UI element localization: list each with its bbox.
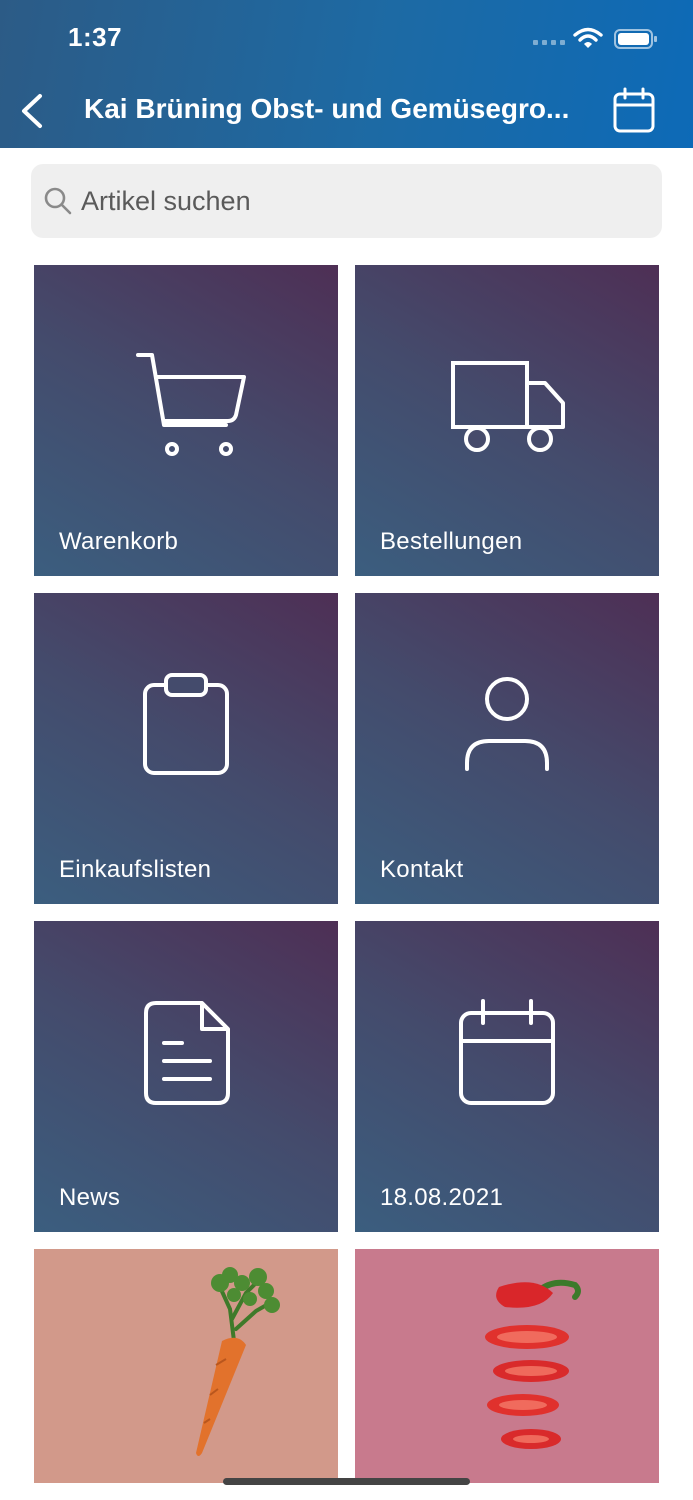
promo-pepper-tile[interactable]	[355, 1249, 659, 1483]
wifi-icon	[573, 27, 603, 48]
tile-warenkorb[interactable]: Warenkorb	[34, 265, 338, 576]
tile-einkaufslisten[interactable]: Einkaufslisten	[34, 593, 338, 904]
truck-icon	[451, 360, 565, 452]
calendar-button[interactable]	[610, 86, 658, 136]
tile-label: 18.08.2021	[380, 1184, 504, 1211]
home-indicator[interactable]	[223, 1478, 470, 1485]
person-icon	[465, 676, 549, 771]
status-time: 1:37	[68, 22, 123, 52]
signal-icon	[533, 40, 565, 45]
clipboard-icon	[143, 672, 229, 775]
app-header: 1:37 Kai Brüning Obst- und Gemüsegro...	[0, 0, 693, 148]
document-icon	[144, 1000, 230, 1105]
battery-icon	[614, 29, 657, 49]
page-title: Kai Brüning Obst- und Gemüsegro...	[84, 93, 570, 124]
pepper-image	[485, 1279, 581, 1449]
tile-bestellungen[interactable]: Bestellungen	[355, 265, 659, 576]
search-bar[interactable]	[31, 164, 662, 238]
tile-kontakt[interactable]: Kontakt	[355, 593, 659, 904]
carrot-image	[196, 1267, 280, 1456]
promo-carrot-tile[interactable]	[34, 1249, 338, 1483]
tile-label: Einkaufslisten	[59, 856, 212, 883]
tile-label: News	[59, 1184, 121, 1211]
search-input[interactable]	[81, 164, 641, 238]
back-button[interactable]	[14, 90, 54, 132]
tile-news[interactable]: News	[34, 921, 338, 1232]
cart-icon	[136, 352, 246, 456]
tile-label: Kontakt	[380, 856, 464, 883]
calendar-icon	[459, 998, 555, 1105]
search-icon	[44, 187, 72, 215]
tile-label: Warenkorb	[59, 528, 179, 555]
tile-date[interactable]: 18.08.2021	[355, 921, 659, 1232]
tile-label: Bestellungen	[380, 528, 523, 555]
